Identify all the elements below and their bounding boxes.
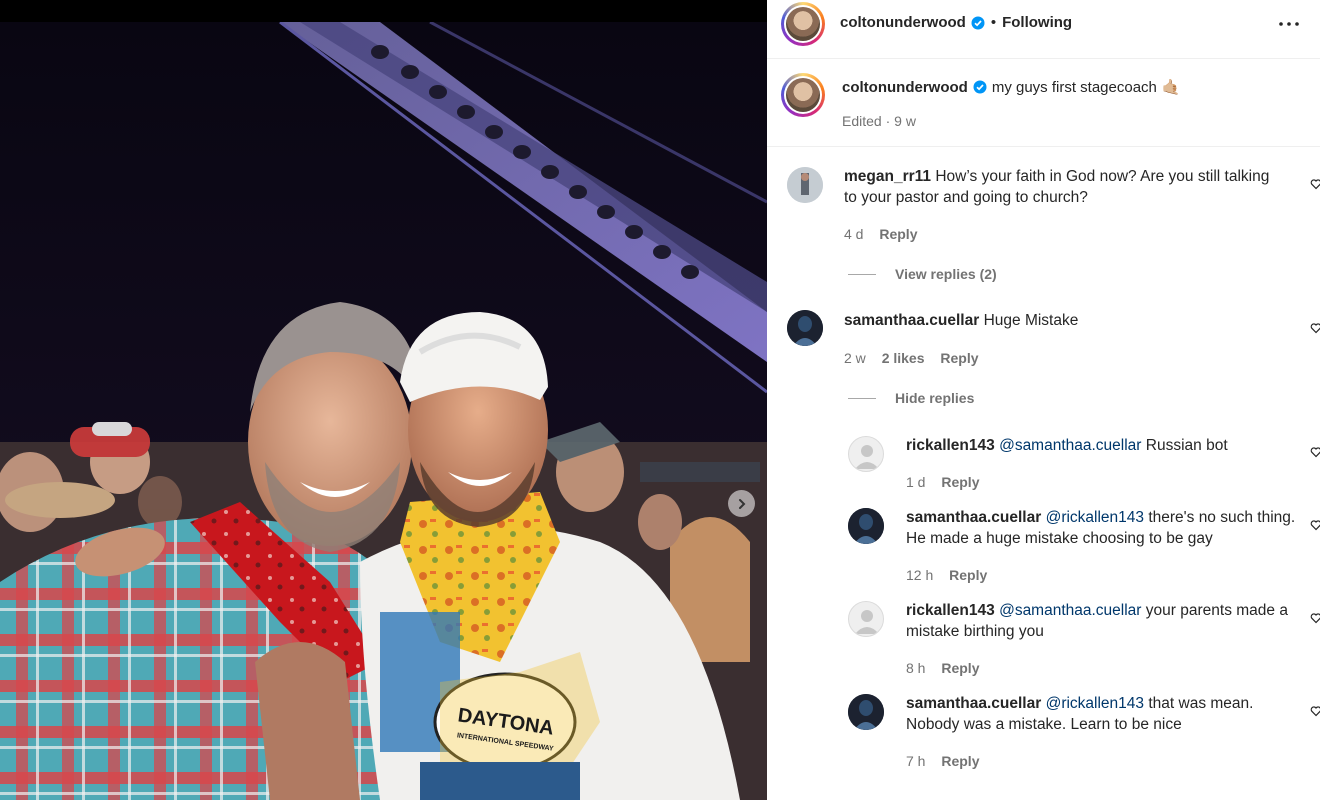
reply-button[interactable]: Reply [940, 350, 978, 366]
heart-outline-icon[interactable] [1310, 178, 1320, 190]
reply-mention[interactable]: @rickallen143 [1046, 695, 1144, 712]
header-separator: • [990, 14, 997, 31]
commenter-avatar[interactable] [787, 167, 823, 203]
caption-author-avatar[interactable] [781, 73, 825, 117]
reply-meta: 12 h Reply [906, 567, 987, 583]
header-title-row: coltonunderwood • Following [840, 14, 1072, 31]
comment-meta: 2 w 2 likes Reply [844, 350, 979, 366]
hide-replies-button[interactable]: Hide replies [895, 390, 974, 406]
reply-age[interactable]: 1 d [906, 474, 925, 490]
reply-username[interactable]: rickallen143 [906, 602, 995, 619]
reply-age[interactable]: 7 h [906, 753, 925, 769]
reply-item: rickallen143 @samanthaa.cuellar your par… [767, 586, 1320, 686]
caption-meta: Edited · 9 w [842, 113, 916, 129]
comment-item: megan_rr11 How’s your faith in God now? … [767, 148, 1320, 288]
more-options-button[interactable] [1276, 14, 1302, 34]
caption-username[interactable]: coltonunderwood [842, 79, 968, 96]
reply-mention[interactable]: @rickallen143 [1046, 509, 1144, 526]
reply-button[interactable]: Reply [941, 660, 979, 676]
header-username[interactable]: coltonunderwood [840, 14, 966, 31]
reply-text: samanthaa.cuellar @rickallen143 that was… [906, 693, 1296, 735]
reply-text: rickallen143 @samanthaa.cuellar your par… [906, 600, 1296, 642]
comment-username[interactable]: megan_rr11 [844, 168, 931, 185]
reply-meta: 7 h Reply [906, 753, 979, 769]
replier-avatar[interactable] [848, 694, 884, 730]
caption-emoji: 🤙🏼 [1161, 79, 1181, 96]
heart-outline-icon[interactable] [1310, 612, 1320, 624]
following-button[interactable]: Following [1002, 14, 1072, 31]
comment-age[interactable]: 2 w [844, 350, 866, 366]
reply-mention[interactable]: @samanthaa.cuellar [999, 602, 1141, 619]
post-header: coltonunderwood • Following [767, 0, 1320, 59]
comment-meta: 4 d Reply [844, 226, 917, 242]
reply-text: samanthaa.cuellar @rickallen143 there's … [906, 507, 1296, 549]
heart-outline-icon[interactable] [1310, 446, 1320, 458]
replier-avatar[interactable] [848, 601, 884, 637]
reply-username[interactable]: rickallen143 [906, 437, 995, 454]
post-photo[interactable]: DAYTONA INTERNATIONAL SPEEDWAY [0, 0, 767, 800]
more-options-icon [1279, 22, 1299, 26]
caption-text: my guys first stagecoach [991, 78, 1157, 96]
verified-badge-icon [973, 80, 987, 94]
reply-body: Russian bot [1145, 437, 1228, 454]
comment-likes[interactable]: 2 likes [882, 350, 925, 366]
comment-text: megan_rr11 How’s your faith in God now? … [844, 166, 1284, 208]
chevron-right-icon [738, 498, 745, 509]
heart-outline-icon[interactable] [1310, 705, 1320, 717]
heart-outline-icon[interactable] [1310, 322, 1320, 334]
post-age[interactable]: 9 w [894, 113, 916, 129]
reply-age[interactable]: 12 h [906, 567, 933, 583]
replier-avatar[interactable] [848, 508, 884, 544]
verified-badge-icon [971, 16, 985, 29]
reply-item: samanthaa.cuellar @rickallen143 that was… [767, 679, 1320, 779]
photo-scene: DAYTONA INTERNATIONAL SPEEDWAY [0, 22, 767, 800]
reply-username[interactable]: samanthaa.cuellar [906, 695, 1041, 712]
replier-avatar[interactable] [848, 436, 884, 472]
comment-age[interactable]: 4 d [844, 226, 863, 242]
reply-meta: 1 d Reply [906, 474, 979, 490]
meta-dot: · [885, 113, 891, 129]
reply-button[interactable]: Reply [941, 753, 979, 769]
reply-button[interactable]: Reply [879, 226, 917, 242]
post-caption: coltonunderwood my guys first stagecoach… [767, 59, 1320, 147]
replies-divider [848, 274, 876, 275]
reply-mention[interactable]: @samanthaa.cuellar [999, 437, 1141, 454]
reply-button[interactable]: Reply [941, 474, 979, 490]
comment-body: Huge Mistake [983, 312, 1079, 329]
reply-text: rickallen143 @samanthaa.cuellar Russian … [906, 435, 1296, 456]
comment-item: samanthaa.cuellar Huge Mistake 2 w 2 lik… [767, 292, 1320, 412]
replies-divider [848, 398, 876, 399]
commenter-avatar[interactable] [787, 310, 823, 346]
comment-text: samanthaa.cuellar Huge Mistake [844, 310, 1284, 331]
photo-top-bar [0, 0, 767, 22]
caption-text-row: coltonunderwood my guys first stagecoach… [842, 78, 1181, 97]
post-side-panel: coltonunderwood • Following coltonunderw… [767, 0, 1320, 800]
comment-username[interactable]: samanthaa.cuellar [844, 312, 979, 329]
view-replies-button[interactable]: View replies (2) [895, 266, 997, 282]
edited-label: Edited [842, 113, 882, 129]
reply-item: samanthaa.cuellar @rickallen143 there's … [767, 493, 1320, 593]
heart-outline-icon[interactable] [1310, 519, 1320, 531]
reply-meta: 8 h Reply [906, 660, 979, 676]
reply-button[interactable]: Reply [949, 567, 987, 583]
reply-age[interactable]: 8 h [906, 660, 925, 676]
reply-username[interactable]: samanthaa.cuellar [906, 509, 1041, 526]
reply-item: rickallen143 @samanthaa.cuellar Russian … [767, 420, 1320, 500]
author-avatar[interactable] [781, 2, 825, 46]
next-photo-button[interactable] [728, 490, 755, 517]
